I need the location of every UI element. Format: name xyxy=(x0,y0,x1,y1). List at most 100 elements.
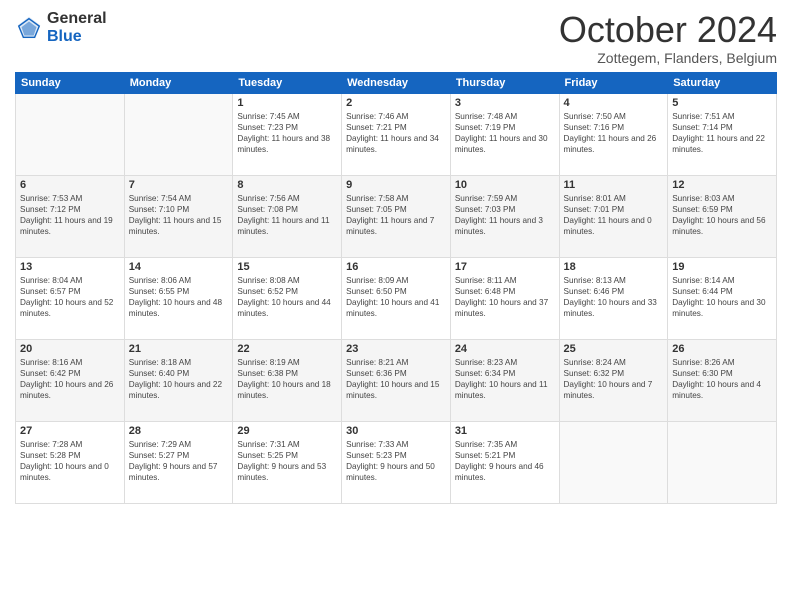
table-row: 25Sunrise: 8:24 AMSunset: 6:32 PMDayligh… xyxy=(559,339,668,421)
table-row: 26Sunrise: 8:26 AMSunset: 6:30 PMDayligh… xyxy=(668,339,777,421)
table-row: 17Sunrise: 8:11 AMSunset: 6:48 PMDayligh… xyxy=(450,257,559,339)
day-info: Sunrise: 8:16 AMSunset: 6:42 PMDaylight:… xyxy=(20,357,120,401)
day-number: 21 xyxy=(129,343,229,355)
day-info: Sunrise: 8:24 AMSunset: 6:32 PMDaylight:… xyxy=(564,357,664,401)
day-number: 9 xyxy=(346,179,446,191)
table-row: 4 Sunrise: 7:50 AMSunset: 7:16 PMDaylight… xyxy=(559,93,668,175)
day-number: 4 xyxy=(564,97,664,109)
logo-text: General Blue xyxy=(47,10,107,45)
title-block: October 2024 Zottegem, Flanders, Belgium xyxy=(559,10,777,66)
calendar-header-row: Sunday Monday Tuesday Wednesday Thursday… xyxy=(16,72,777,93)
calendar-week-row: 6Sunrise: 7:53 AMSunset: 7:12 PMDaylight… xyxy=(16,175,777,257)
col-tuesday: Tuesday xyxy=(233,72,342,93)
day-number: 5 xyxy=(672,97,772,109)
day-info: Sunrise: 7:31 AMSunset: 5:25 PMDaylight:… xyxy=(237,439,337,483)
table-row: 16Sunrise: 8:09 AMSunset: 6:50 PMDayligh… xyxy=(342,257,451,339)
table-row: 20 Sunrise: 8:16 AMSunset: 6:42 PMDayligh… xyxy=(16,339,125,421)
day-number: 22 xyxy=(237,343,337,355)
day-number: 30 xyxy=(346,425,446,437)
logo-general: General xyxy=(47,10,107,28)
logo-icon xyxy=(15,14,43,42)
month-title: October 2024 xyxy=(559,10,777,50)
table-row: 19 Sunrise: 8:14 AMSunset: 6:44 PMDayligh… xyxy=(668,257,777,339)
day-info: Sunrise: 8:26 AMSunset: 6:30 PMDaylight:… xyxy=(672,357,772,401)
location: Zottegem, Flanders, Belgium xyxy=(559,50,777,66)
table-row xyxy=(124,93,233,175)
table-row: 24 Sunrise: 8:23 AMSunset: 6:34 PMDayligh… xyxy=(450,339,559,421)
table-row xyxy=(16,93,125,175)
table-row: 1 Sunrise: 7:45 AMSunset: 7:23 PMDaylight… xyxy=(233,93,342,175)
day-info: Sunrise: 7:29 AMSunset: 5:27 PMDaylight:… xyxy=(129,439,229,483)
day-number: 10 xyxy=(455,179,555,191)
table-row: 15 Sunrise: 8:08 AMSunset: 6:52 PMDayligh… xyxy=(233,257,342,339)
col-thursday: Thursday xyxy=(450,72,559,93)
day-number: 12 xyxy=(672,179,772,191)
col-wednesday: Wednesday xyxy=(342,72,451,93)
table-row: 7Sunrise: 7:54 AMSunset: 7:10 PMDaylight… xyxy=(124,175,233,257)
table-row: 28 Sunrise: 7:29 AMSunset: 5:27 PMDayligh… xyxy=(124,421,233,503)
table-row: 27Sunrise: 7:28 AMSunset: 5:28 PMDayligh… xyxy=(16,421,125,503)
table-row: 12Sunrise: 8:03 AMSunset: 6:59 PMDayligh… xyxy=(668,175,777,257)
day-number: 17 xyxy=(455,261,555,273)
table-row: 31 Sunrise: 7:35 AMSunset: 5:21 PMDayligh… xyxy=(450,421,559,503)
day-info: Sunrise: 8:08 AMSunset: 6:52 PMDaylight:… xyxy=(237,275,337,319)
day-info: Sunrise: 8:14 AMSunset: 6:44 PMDaylight:… xyxy=(672,275,772,319)
col-friday: Friday xyxy=(559,72,668,93)
table-row: 29Sunrise: 7:31 AMSunset: 5:25 PMDayligh… xyxy=(233,421,342,503)
day-info: Sunrise: 8:23 AMSunset: 6:34 PMDaylight:… xyxy=(455,357,555,401)
logo-blue: Blue xyxy=(47,28,107,46)
day-number: 28 xyxy=(129,425,229,437)
day-number: 23 xyxy=(346,343,446,355)
table-row: 21 Sunrise: 8:18 AMSunset: 6:40 PMDayligh… xyxy=(124,339,233,421)
table-row: 14Sunrise: 8:06 AMSunset: 6:55 PMDayligh… xyxy=(124,257,233,339)
day-number: 19 xyxy=(672,261,772,273)
day-info: Sunrise: 8:01 AMSunset: 7:01 PMDaylight:… xyxy=(564,193,664,237)
day-info: Sunrise: 7:51 AMSunset: 7:14 PMDaylight:… xyxy=(672,111,772,155)
col-sunday: Sunday xyxy=(16,72,125,93)
day-info: Sunrise: 8:18 AMSunset: 6:40 PMDaylight:… xyxy=(129,357,229,401)
day-number: 31 xyxy=(455,425,555,437)
day-number: 11 xyxy=(564,179,664,191)
calendar-week-row: 20 Sunrise: 8:16 AMSunset: 6:42 PMDayligh… xyxy=(16,339,777,421)
day-number: 16 xyxy=(346,261,446,273)
table-row: 8 Sunrise: 7:56 AMSunset: 7:08 PMDaylight… xyxy=(233,175,342,257)
table-row xyxy=(559,421,668,503)
day-info: Sunrise: 7:45 AMSunset: 7:23 PMDaylight:… xyxy=(237,111,337,155)
day-number: 24 xyxy=(455,343,555,355)
table-row: 11 Sunrise: 8:01 AMSunset: 7:01 PMDayligh… xyxy=(559,175,668,257)
day-number: 1 xyxy=(237,97,337,109)
day-info: Sunrise: 8:19 AMSunset: 6:38 PMDaylight:… xyxy=(237,357,337,401)
day-number: 18 xyxy=(564,261,664,273)
table-row: 3Sunrise: 7:48 AMSunset: 7:19 PMDaylight… xyxy=(450,93,559,175)
calendar-week-row: 27Sunrise: 7:28 AMSunset: 5:28 PMDayligh… xyxy=(16,421,777,503)
table-row: 23 Sunrise: 8:21 AMSunset: 6:36 PMDayligh… xyxy=(342,339,451,421)
table-row: 9 Sunrise: 7:58 AMSunset: 7:05 PMDaylight… xyxy=(342,175,451,257)
day-info: Sunrise: 8:21 AMSunset: 6:36 PMDaylight:… xyxy=(346,357,446,401)
day-info: Sunrise: 7:54 AMSunset: 7:10 PMDaylight:… xyxy=(129,193,229,237)
day-info: Sunrise: 7:50 AMSunset: 7:16 PMDaylight:… xyxy=(564,111,664,155)
table-row: 18 Sunrise: 8:13 AMSunset: 6:46 PMDayligh… xyxy=(559,257,668,339)
day-info: Sunrise: 7:46 AMSunset: 7:21 PMDaylight:… xyxy=(346,111,446,155)
table-row: 30 Sunrise: 7:33 AMSunset: 5:23 PMDayligh… xyxy=(342,421,451,503)
day-number: 3 xyxy=(455,97,555,109)
table-row: 13Sunrise: 8:04 AMSunset: 6:57 PMDayligh… xyxy=(16,257,125,339)
day-number: 27 xyxy=(20,425,120,437)
day-number: 14 xyxy=(129,261,229,273)
day-info: Sunrise: 7:35 AMSunset: 5:21 PMDaylight:… xyxy=(455,439,555,483)
col-saturday: Saturday xyxy=(668,72,777,93)
table-row: 22 Sunrise: 8:19 AMSunset: 6:38 PMDayligh… xyxy=(233,339,342,421)
day-number: 20 xyxy=(20,343,120,355)
logo: General Blue xyxy=(15,10,107,45)
table-row: 6Sunrise: 7:53 AMSunset: 7:12 PMDaylight… xyxy=(16,175,125,257)
day-info: Sunrise: 8:13 AMSunset: 6:46 PMDaylight:… xyxy=(564,275,664,319)
table-row: 5 Sunrise: 7:51 AMSunset: 7:14 PMDaylight… xyxy=(668,93,777,175)
calendar: Sunday Monday Tuesday Wednesday Thursday… xyxy=(15,72,777,504)
day-info: Sunrise: 7:58 AMSunset: 7:05 PMDaylight:… xyxy=(346,193,446,237)
day-number: 8 xyxy=(237,179,337,191)
day-info: Sunrise: 7:56 AMSunset: 7:08 PMDaylight:… xyxy=(237,193,337,237)
calendar-week-row: 1 Sunrise: 7:45 AMSunset: 7:23 PMDaylight… xyxy=(16,93,777,175)
day-number: 6 xyxy=(20,179,120,191)
day-info: Sunrise: 7:33 AMSunset: 5:23 PMDaylight:… xyxy=(346,439,446,483)
table-row: 10Sunrise: 7:59 AMSunset: 7:03 PMDayligh… xyxy=(450,175,559,257)
day-number: 15 xyxy=(237,261,337,273)
